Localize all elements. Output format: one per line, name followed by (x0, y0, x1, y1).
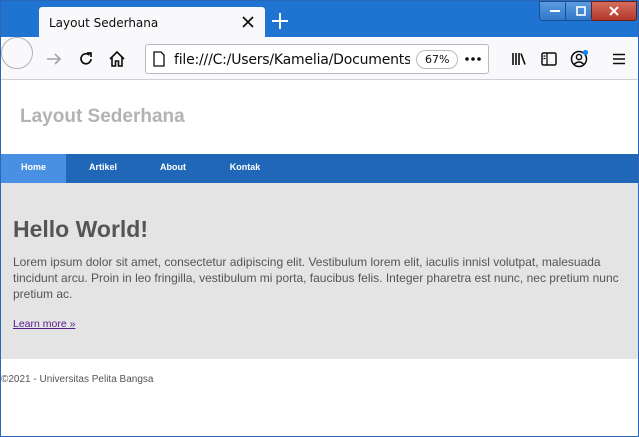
url-text[interactable]: file:///C:/Users/Kamelia/Documents/KULIA… (174, 52, 410, 68)
browser-window: Layout Sederhana file:///C:/Users/Kameli… (0, 0, 639, 437)
sidebar-icon[interactable] (535, 45, 563, 73)
zoom-level-badge[interactable]: 67% (416, 50, 459, 69)
home-icon[interactable] (103, 45, 131, 73)
hamburger-menu-icon[interactable] (605, 45, 633, 73)
arrow-right-icon[interactable] (40, 45, 68, 73)
library-icon[interactable] (505, 45, 533, 73)
url-bar[interactable]: file:///C:/Users/Kamelia/Documents/KULIA… (145, 44, 489, 74)
nav-link-home[interactable]: Home (1, 154, 66, 183)
account-icon[interactable] (565, 45, 593, 73)
site-header: Layout Sederhana (1, 81, 638, 154)
site-footer: ©2021 - Universitas Pelita Bangsa (1, 359, 638, 399)
ellipsis-icon[interactable] (462, 49, 484, 69)
footer-text: ©2021 - Universitas Pelita Bangsa (1, 374, 154, 385)
plus-icon[interactable] (269, 10, 291, 32)
arrow-left-icon[interactable] (1, 37, 327, 69)
site-nav: Home Artikel About Kontak (1, 154, 638, 183)
nav-link-about[interactable]: About (140, 154, 206, 183)
web-page: Layout Sederhana Home Artikel About Kont… (1, 81, 638, 436)
hero-section: Hello World! Lorem ipsum dolor sit amet,… (1, 183, 638, 359)
page-icon (152, 51, 166, 72)
hero-heading: Hello World! (13, 216, 149, 242)
close-icon[interactable] (239, 13, 257, 31)
site-title: Layout Sederhana (20, 106, 185, 127)
learn-more-link[interactable]: Learn more » (13, 318, 75, 330)
nav-link-artikel[interactable]: Artikel (66, 154, 140, 183)
browser-tab[interactable]: Layout Sederhana (39, 7, 265, 38)
hero-paragraph: Lorem ipsum dolor sit amet, consectetur … (13, 255, 619, 301)
browser-toolbar: file:///C:/Users/Kamelia/Documents/KULIA… (1, 37, 638, 80)
title-bar: Layout Sederhana (1, 1, 638, 38)
reload-icon[interactable] (72, 45, 100, 73)
nav-link-kontak[interactable]: Kontak (206, 154, 284, 183)
tab-title: Layout Sederhana (49, 16, 159, 30)
window-close-button[interactable] (591, 1, 637, 21)
